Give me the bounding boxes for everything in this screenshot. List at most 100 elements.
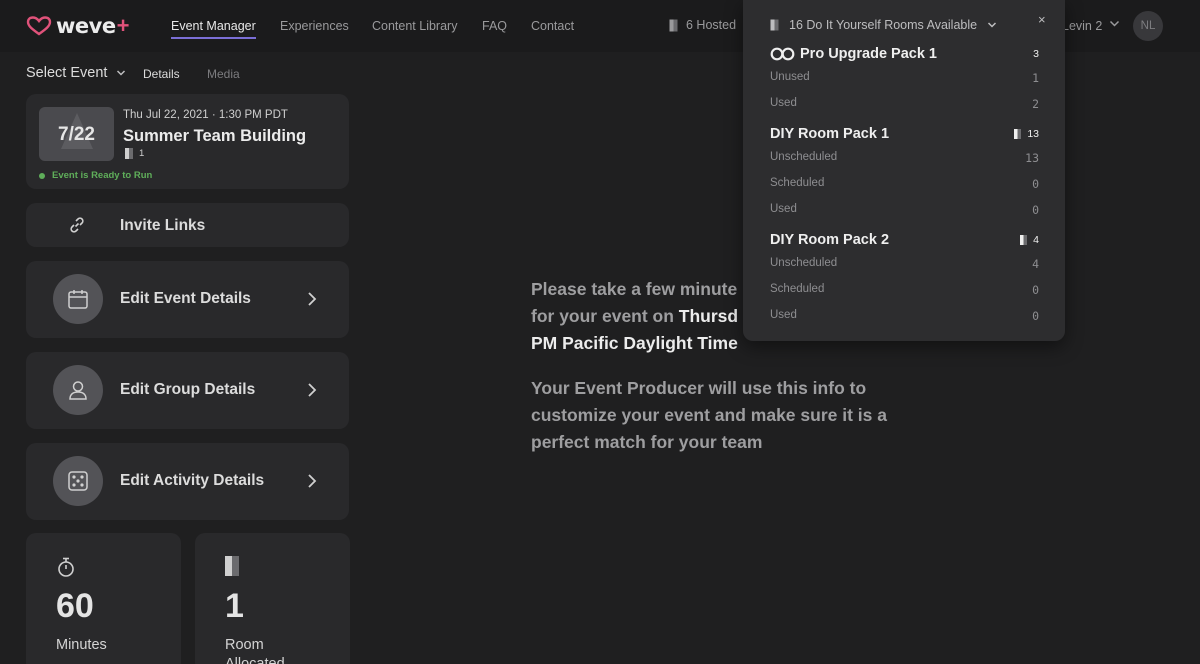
nav-label: Event Manager bbox=[171, 19, 256, 33]
row-label: Used bbox=[770, 203, 797, 215]
rooms-stat-card: 1 Room Allocated bbox=[195, 533, 350, 664]
edit-event-details-label: Edit Event Details bbox=[120, 290, 251, 307]
chevron-down-icon[interactable] bbox=[1109, 18, 1120, 29]
door-icon bbox=[770, 19, 779, 31]
row-value: 2 bbox=[1032, 97, 1039, 111]
nav-content-library[interactable]: Content Library bbox=[372, 19, 457, 33]
brand-logo[interactable]: weve + bbox=[26, 13, 130, 38]
close-button[interactable]: × bbox=[1038, 12, 1046, 27]
link-icon bbox=[70, 217, 84, 233]
user-name[interactable]: Levin 2 bbox=[1062, 19, 1102, 33]
rooms-value: 1 bbox=[225, 587, 244, 625]
user-icon-circle bbox=[53, 365, 103, 415]
prompt-line-2: for your event on bbox=[531, 306, 679, 326]
pack-count: 13 bbox=[1014, 128, 1039, 140]
stopwatch-icon bbox=[58, 557, 74, 577]
pack-title-diy-2: DIY Room Pack 2 bbox=[770, 232, 889, 248]
prompt-paragraph-2: Your Event Producer will use this info t… bbox=[531, 378, 887, 452]
event-date-short: 7/22 bbox=[58, 124, 95, 145]
prompt-line-2-day: Thursd bbox=[678, 306, 739, 326]
dice-icon bbox=[68, 471, 88, 491]
edit-activity-details-label: Edit Activity Details bbox=[120, 472, 265, 489]
pack-count-value: 4 bbox=[1033, 234, 1039, 246]
door-icon bbox=[1020, 235, 1028, 245]
door-icon bbox=[1014, 129, 1022, 139]
row-value: 13 bbox=[1025, 151, 1039, 165]
door-icon bbox=[669, 19, 678, 31]
row-value: 0 bbox=[1032, 309, 1039, 323]
pack-count: 3 bbox=[1033, 48, 1039, 60]
chevron-right-icon bbox=[308, 292, 317, 306]
select-event-label: Select Event bbox=[26, 65, 108, 81]
row-label: Unscheduled bbox=[770, 151, 838, 163]
rooms-available-header[interactable]: 16 Do It Yourself Rooms Available bbox=[770, 18, 997, 32]
row-label: Unused bbox=[770, 71, 810, 83]
heart-logo-icon bbox=[26, 16, 52, 36]
chevron-right-icon bbox=[308, 383, 317, 397]
link-logo-icon bbox=[770, 47, 795, 61]
edit-group-details-label: Edit Group Details bbox=[120, 381, 256, 398]
event-room-count: 1 bbox=[125, 148, 144, 159]
event-title: Summer Team Building bbox=[123, 127, 307, 145]
row-label: Scheduled bbox=[770, 283, 825, 295]
pack-count-value: 13 bbox=[1027, 128, 1039, 140]
select-event-dropdown[interactable]: Select Event bbox=[26, 65, 126, 81]
hosted-rooms-menu[interactable]: 6 Hosted bbox=[669, 18, 736, 32]
chevron-right-icon bbox=[308, 474, 317, 488]
brand-plus: + bbox=[116, 13, 130, 38]
door-icon bbox=[125, 148, 133, 159]
event-datetime: Thu Jul 22, 2021 · 1:30 PM PDT bbox=[123, 109, 288, 121]
edit-event-details-button[interactable]: Edit Event Details bbox=[26, 261, 349, 338]
row-label: Unscheduled bbox=[770, 257, 838, 269]
event-date-tile: 7/22 bbox=[39, 107, 114, 161]
pack-title-diy-1: DIY Room Pack 1 bbox=[770, 126, 889, 142]
duration-value: 60 bbox=[56, 587, 94, 625]
row-label: Scheduled bbox=[770, 177, 825, 189]
row-value: 1 bbox=[1032, 71, 1039, 85]
pack-count: 4 bbox=[1020, 234, 1039, 246]
pack-name: DIY Room Pack 2 bbox=[770, 232, 890, 248]
avatar[interactable]: NL bbox=[1133, 11, 1163, 41]
nav-event-manager[interactable]: Event Manager bbox=[171, 19, 256, 39]
nav-contact[interactable]: Contact bbox=[531, 19, 574, 33]
row-value: 0 bbox=[1032, 203, 1039, 217]
event-summary-card: 7/22 Thu Jul 22, 2021 · 1:30 PM PDT Summ… bbox=[26, 94, 349, 189]
invite-links-button[interactable]: Invite Links bbox=[26, 203, 349, 247]
rooms-unit: Room Allocated bbox=[225, 637, 285, 664]
calendar-icon bbox=[68, 290, 88, 309]
pack-name: Pro Upgrade Pack 1 bbox=[800, 46, 937, 62]
rooms-available-label: 16 Do It Yourself Rooms Available bbox=[789, 18, 978, 32]
active-nav-underline bbox=[171, 37, 256, 39]
row-label: Used bbox=[770, 309, 797, 321]
chevron-down-icon bbox=[988, 22, 997, 28]
row-label: Used bbox=[770, 97, 797, 109]
nav-faq[interactable]: FAQ bbox=[482, 19, 507, 33]
edit-group-details-button[interactable]: Edit Group Details bbox=[26, 352, 349, 429]
duration-unit: Minutes bbox=[56, 637, 107, 653]
pack-title-pro-upgrade: Pro Upgrade Pack 1 bbox=[770, 46, 937, 62]
prompt-line-1: Please take a few minute bbox=[531, 279, 738, 299]
chevron-down-icon bbox=[117, 70, 126, 76]
status-badge: Event is Ready to Run bbox=[39, 170, 152, 181]
pack-count-value: 3 bbox=[1033, 48, 1039, 60]
user-icon bbox=[69, 381, 87, 400]
rooms-available-dropdown: 16 Do It Yourself Rooms Available × Pro … bbox=[743, 0, 1065, 341]
nav-experiences[interactable]: Experiences bbox=[280, 19, 349, 33]
row-value: 0 bbox=[1032, 283, 1039, 297]
room-count-value: 1 bbox=[139, 148, 145, 159]
tab-media[interactable]: Media bbox=[207, 67, 240, 81]
row-value: 4 bbox=[1032, 257, 1039, 271]
door-icon bbox=[225, 556, 239, 576]
hosted-label: 6 Hosted bbox=[686, 18, 737, 32]
calendar-icon-circle bbox=[53, 274, 103, 324]
tab-details[interactable]: Details bbox=[143, 67, 180, 81]
status-text: Event is Ready to Run bbox=[52, 170, 153, 181]
edit-activity-details-button[interactable]: Edit Activity Details bbox=[26, 443, 349, 520]
pack-name: DIY Room Pack 1 bbox=[770, 126, 890, 142]
row-value: 0 bbox=[1032, 177, 1039, 191]
brand-name: weve bbox=[56, 14, 116, 38]
prompt-line-3-timezone: PM Pacific Daylight Time bbox=[531, 333, 738, 353]
duration-stat-card: 60 Minutes bbox=[26, 533, 181, 664]
dice-icon-circle bbox=[53, 456, 103, 506]
status-dot bbox=[39, 172, 45, 179]
